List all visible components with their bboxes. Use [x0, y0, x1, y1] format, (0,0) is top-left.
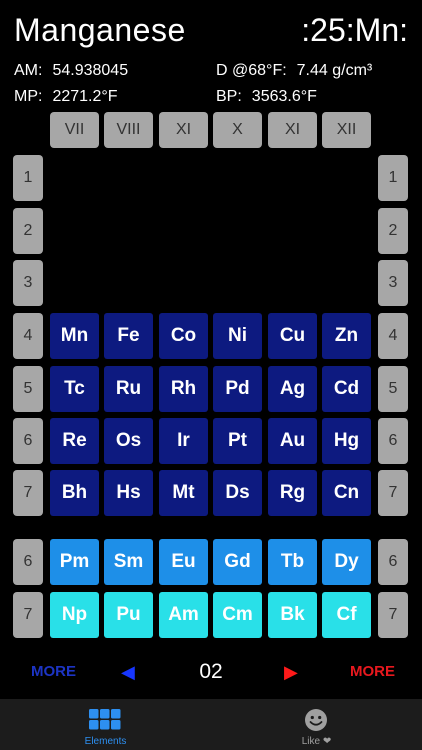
element-cell[interactable]: Re — [50, 418, 99, 464]
more-right-button[interactable]: MORE — [350, 658, 395, 686]
smiley-icon — [305, 709, 327, 731]
row-label-right[interactable]: 6 — [378, 539, 408, 585]
element-cell[interactable]: Au — [268, 418, 317, 464]
element-cell[interactable]: Np — [50, 592, 99, 638]
element-cell[interactable]: Tb — [268, 539, 317, 585]
tab-like[interactable]: Like ❤ — [211, 699, 422, 750]
grid-icon — [89, 709, 121, 730]
more-left-button[interactable]: MORE — [31, 658, 76, 686]
row-label-left[interactable]: 3 — [13, 260, 43, 306]
tab-elements-label: Elements — [84, 736, 127, 747]
element-cell[interactable]: Ag — [268, 366, 317, 412]
element-cell[interactable]: Cn — [322, 470, 371, 516]
element-cell[interactable]: Pm — [50, 539, 99, 585]
element-cell[interactable]: Cf — [322, 592, 371, 638]
atomic-mass: AM: 54.938045 — [14, 61, 128, 81]
element-cell[interactable]: Co — [159, 313, 208, 359]
row-label-left[interactable]: 6 — [13, 539, 43, 585]
column-header[interactable]: XI — [268, 112, 317, 148]
row-label-left[interactable]: 7 — [13, 592, 43, 638]
density-value: 7.44 g/cm³ — [296, 62, 373, 79]
element-cell[interactable]: Bh — [50, 470, 99, 516]
element-cell[interactable]: Gd — [213, 539, 262, 585]
column-header[interactable]: XI — [159, 112, 208, 148]
row-label-right[interactable]: 3 — [378, 260, 408, 306]
element-cell[interactable]: Mn — [50, 313, 99, 359]
row-label-left[interactable]: 5 — [13, 366, 43, 412]
element-cell[interactable]: Hs — [104, 470, 153, 516]
element-cell[interactable]: Eu — [159, 539, 208, 585]
tab-like-label: Like ❤ — [301, 736, 332, 747]
row-label-left[interactable]: 7 — [13, 470, 43, 516]
density-label: D @68°F: — [216, 62, 287, 79]
melting-point: MP: 2271.2°F — [14, 87, 118, 107]
row-label-right[interactable]: 7 — [378, 592, 408, 638]
tab-elements[interactable]: Elements — [0, 699, 211, 750]
element-cell[interactable]: Cd — [322, 366, 371, 412]
melting-point-label: MP: — [14, 88, 43, 105]
row-label-right[interactable]: 5 — [378, 366, 408, 412]
row-label-right[interactable]: 7 — [378, 470, 408, 516]
element-symbol: :25:Mn: — [301, 12, 408, 48]
column-header[interactable]: XII — [322, 112, 371, 148]
element-name: Manganese — [14, 12, 186, 48]
element-cell[interactable]: Bk — [268, 592, 317, 638]
element-cell[interactable]: Dy — [322, 539, 371, 585]
row-label-left[interactable]: 6 — [13, 418, 43, 464]
element-cell[interactable]: Rh — [159, 366, 208, 412]
boiling-point-value: 3563.6°F — [251, 88, 317, 105]
element-cell[interactable]: Zn — [322, 313, 371, 359]
page-number: 02 — [199, 660, 223, 683]
row-label-left[interactable]: 2 — [13, 208, 43, 254]
melting-point-value: 2271.2°F — [52, 88, 118, 105]
boiling-point-label: BP: — [216, 88, 242, 105]
element-cell[interactable]: Tc — [50, 366, 99, 412]
element-cell[interactable]: Os — [104, 418, 153, 464]
element-cell[interactable]: Pu — [104, 592, 153, 638]
row-label-right[interactable]: 2 — [378, 208, 408, 254]
element-cell[interactable]: Ds — [213, 470, 262, 516]
element-cell[interactable]: Pt — [213, 418, 262, 464]
column-header[interactable]: X — [213, 112, 262, 148]
tab-bar: Elements Like ❤ — [0, 699, 422, 750]
row-label-right[interactable]: 4 — [378, 313, 408, 359]
element-cell[interactable]: Fe — [104, 313, 153, 359]
element-cell[interactable]: Am — [159, 592, 208, 638]
element-cell[interactable]: Cu — [268, 313, 317, 359]
element-cell[interactable]: Ir — [159, 418, 208, 464]
column-header[interactable]: VII — [50, 112, 99, 148]
element-cell[interactable]: Mt — [159, 470, 208, 516]
element-cell[interactable]: Pd — [213, 366, 262, 412]
density: D @68°F: 7.44 g/cm³ — [216, 61, 372, 81]
element-cell[interactable]: Hg — [322, 418, 371, 464]
row-label-left[interactable]: 4 — [13, 313, 43, 359]
element-cell[interactable]: Rg — [268, 470, 317, 516]
row-label-right[interactable]: 1 — [378, 155, 408, 201]
column-header[interactable]: VIII — [104, 112, 153, 148]
row-label-right[interactable]: 6 — [378, 418, 408, 464]
element-cell[interactable]: Sm — [104, 539, 153, 585]
row-label-left[interactable]: 1 — [13, 155, 43, 201]
atomic-mass-label: AM: — [14, 62, 43, 79]
boiling-point: BP: 3563.6°F — [216, 87, 317, 107]
element-cell[interactable]: Ni — [213, 313, 262, 359]
prev-arrow-icon[interactable]: ◀ — [121, 658, 135, 686]
element-cell[interactable]: Ru — [104, 366, 153, 412]
element-cell[interactable]: Cm — [213, 592, 262, 638]
next-arrow-icon[interactable]: ▶ — [284, 658, 298, 686]
atomic-mass-value: 54.938045 — [52, 62, 129, 79]
